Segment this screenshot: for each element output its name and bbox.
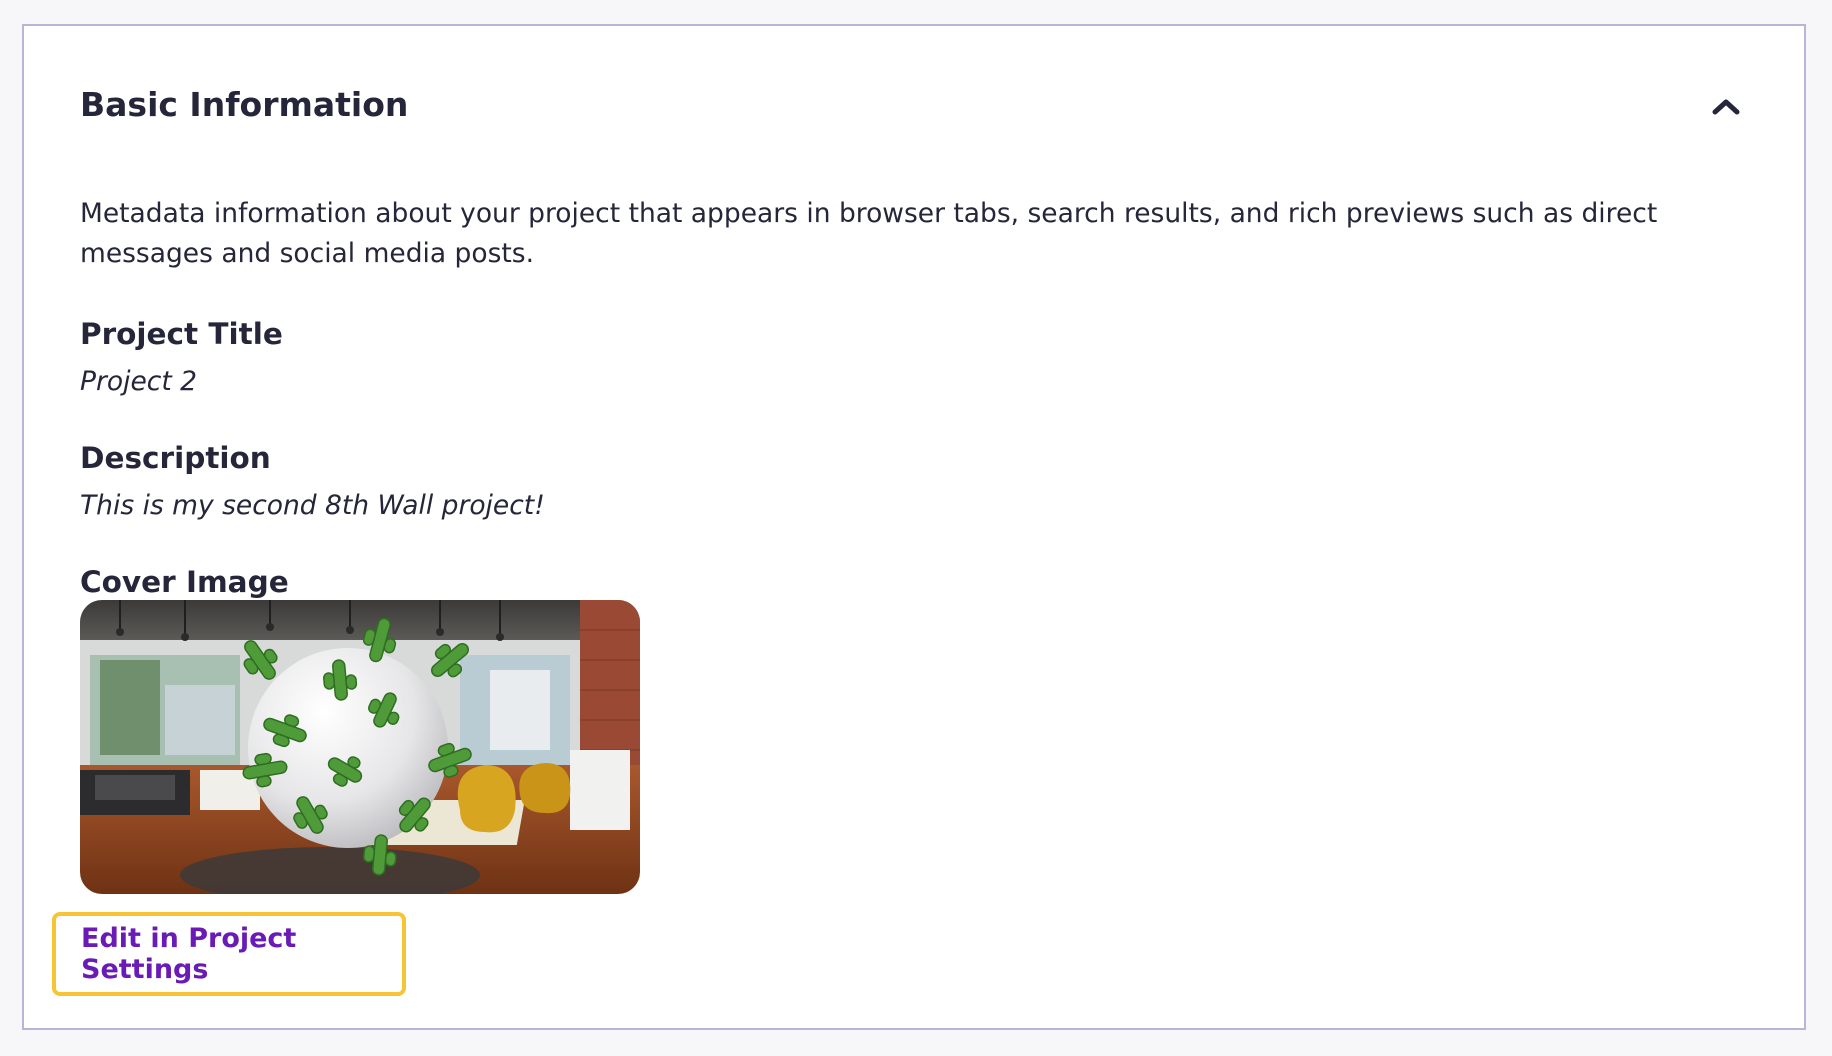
project-title-label: Project Title — [80, 317, 283, 351]
cover-image-label: Cover Image — [80, 565, 289, 599]
edit-in-project-settings-button[interactable]: Edit in Project Settings — [52, 912, 406, 996]
chevron-up-icon — [1712, 99, 1740, 115]
project-title-value: Project 2 — [80, 366, 197, 397]
cover-image — [80, 600, 640, 894]
panel-header[interactable]: Basic Information — [80, 80, 1748, 136]
collapse-toggle-button[interactable] — [1704, 84, 1748, 128]
basic-information-panel: Basic Information Metadata information a… — [22, 24, 1806, 1030]
section-description: Metadata information about your project … — [80, 198, 1658, 269]
cover-image-illustration — [80, 600, 640, 894]
description-label: Description — [80, 441, 271, 475]
section-title: Basic Information — [80, 85, 409, 124]
panel-body: Metadata information about your project … — [80, 194, 1748, 274]
description-value: This is my second 8th Wall project! — [80, 490, 545, 521]
